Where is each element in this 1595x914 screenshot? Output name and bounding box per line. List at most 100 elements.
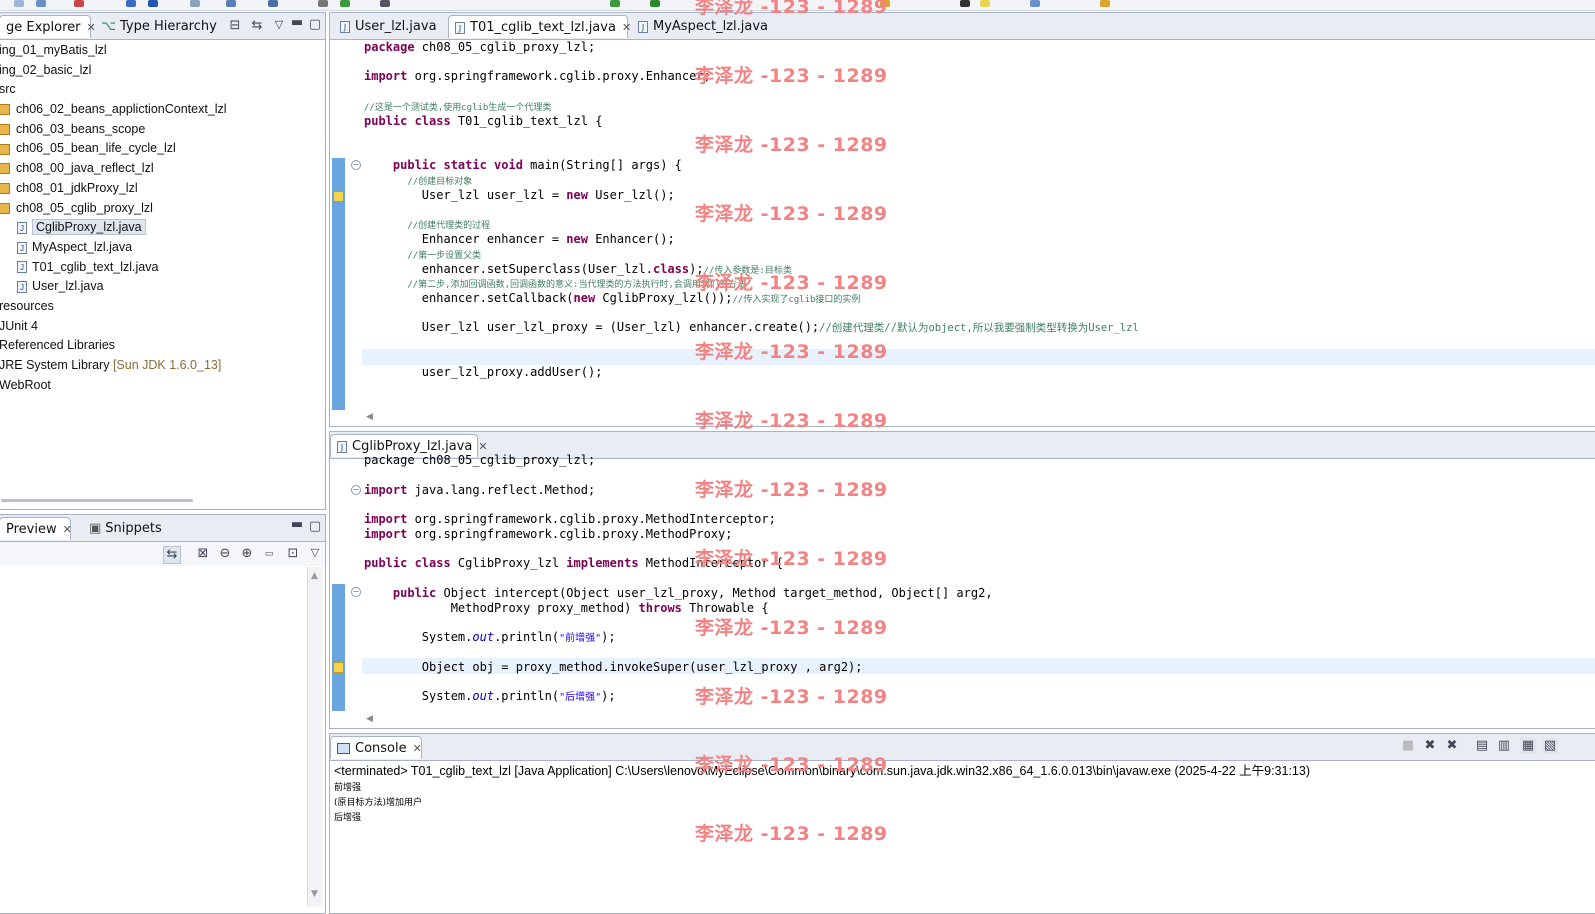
minimize-icon[interactable]: ▬ bbox=[289, 517, 305, 533]
toolbar-icon[interactable] bbox=[268, 0, 278, 7]
overview-ruler[interactable] bbox=[332, 584, 345, 711]
tree-item-webroot[interactable]: WebRoot bbox=[0, 376, 319, 396]
tree-item-java-file[interactable]: J User_lzl.java bbox=[17, 277, 337, 297]
remove-all-icon[interactable]: ✖ bbox=[1444, 738, 1460, 754]
tree-item-label: ing_01_myBatis_lzl bbox=[0, 43, 107, 57]
maximize-icon[interactable]: ▢ bbox=[307, 17, 323, 33]
toolbar-icon[interactable] bbox=[650, 0, 660, 7]
hierarchy-icon: ⌥ bbox=[101, 19, 116, 34]
scroll-left-icon[interactable]: ◀ bbox=[366, 714, 373, 724]
tab-user-lzl[interactable]: J User_lzl.java bbox=[334, 15, 446, 38]
collapse-all-icon[interactable]: ⊟ bbox=[227, 18, 243, 34]
close-icon[interactable]: ✕ bbox=[478, 440, 487, 453]
zoom-in-icon[interactable]: ⊕ bbox=[239, 546, 255, 562]
fit-icon[interactable]: ⊡ bbox=[285, 546, 301, 562]
code-line: public static void main(String[] args) { bbox=[364, 158, 682, 173]
tree-item-package[interactable]: ch08_05_cglib_proxy_lzl bbox=[0, 199, 319, 219]
tree-item-java-file[interactable]: J MyAspect_lzl.java bbox=[17, 238, 337, 258]
zoom-100-icon[interactable]: ▭ bbox=[261, 546, 277, 562]
code-text: User_lzl user_lzl_proxy = (User_lzl) enh… bbox=[364, 320, 820, 334]
code-text: Object obj = proxy_method.invokeSuper(us… bbox=[364, 660, 863, 674]
toolbar-icon[interactable] bbox=[980, 0, 990, 7]
toolbar-icon[interactable] bbox=[126, 0, 136, 7]
view-menu-icon[interactable]: ▽ bbox=[307, 545, 323, 561]
code-line: System.out.println("前增强"); bbox=[364, 630, 616, 645]
toolbar-icon[interactable] bbox=[340, 0, 350, 7]
code-text: main(String[] args) { bbox=[522, 158, 682, 172]
tree-item-src[interactable]: src bbox=[0, 80, 319, 100]
pin-console-icon[interactable]: ▦ bbox=[1520, 738, 1536, 754]
horizontal-scrollbar[interactable] bbox=[1, 499, 193, 502]
remove-launch-icon[interactable]: ✖ bbox=[1422, 738, 1438, 754]
maximize-icon[interactable]: ▢ bbox=[307, 519, 323, 535]
close-icon[interactable]: ✕ bbox=[413, 742, 422, 755]
java-file-icon: J bbox=[17, 221, 27, 234]
toolbar-icon[interactable] bbox=[226, 0, 236, 7]
scroll-up-icon[interactable]: ▲ bbox=[311, 571, 318, 581]
fold-icon[interactable]: − bbox=[351, 485, 361, 495]
toolbar-icon[interactable] bbox=[318, 0, 328, 7]
clear-console-icon[interactable]: ▤ bbox=[1474, 738, 1490, 754]
project-tree: ing_01_myBatis_lzl ing_02_basic_lzl src … bbox=[0, 41, 319, 395]
tab-snippets[interactable]: ▣ Snippets bbox=[83, 517, 162, 540]
tab-label: T01_cglib_text_lzl.java bbox=[470, 20, 616, 35]
toolbar-icon[interactable] bbox=[1100, 0, 1110, 7]
toolbar-icon[interactable] bbox=[1030, 0, 1040, 7]
code-line: import org.springframework.cglib.proxy.M… bbox=[364, 527, 732, 542]
toolbar-icon[interactable] bbox=[960, 0, 970, 7]
toolbar-icon[interactable] bbox=[14, 0, 24, 7]
tree-item-package[interactable]: ch06_02_beans_applictionContext_lzl bbox=[0, 100, 319, 120]
toolbar-icon[interactable] bbox=[610, 0, 620, 7]
watermark: 李泽龙 -123 - 1289 bbox=[695, 754, 888, 776]
toolbar-icon[interactable] bbox=[74, 0, 84, 7]
vertical-scrollbar[interactable]: ▲ ▼ bbox=[307, 567, 322, 907]
tree-item-package[interactable]: ch08_01_jdkProxy_lzl bbox=[0, 179, 319, 199]
code-line: import org.springframework.cglib.proxy.E… bbox=[364, 69, 711, 84]
fold-icon[interactable]: − bbox=[351, 160, 361, 170]
tree-item-java-file[interactable]: J CglibProxy_lzl.java bbox=[17, 218, 337, 238]
code-area-top[interactable]: package ch08_05_cglib_proxy_lzl; import … bbox=[364, 40, 1594, 410]
tree-item-package[interactable]: ch06_03_beans_scope bbox=[0, 120, 319, 140]
close-preview-icon[interactable]: ⊠ bbox=[195, 546, 211, 562]
warning-icon[interactable] bbox=[333, 662, 344, 673]
tab-console[interactable]: Console ✕ bbox=[330, 736, 422, 759]
sync-icon[interactable]: ⇆ bbox=[163, 546, 181, 564]
fold-icon[interactable]: − bbox=[351, 587, 361, 597]
console-tabstrip: Console ✕ ■ ✖ ✖ ▤ ▥ ▦ ▧ bbox=[330, 734, 1595, 761]
tree-item-resources[interactable]: resources bbox=[0, 297, 319, 317]
zoom-out-icon[interactable]: ⊖ bbox=[217, 546, 233, 562]
warning-icon[interactable] bbox=[333, 191, 344, 202]
code-comment: //第一步设置父类 bbox=[364, 251, 482, 261]
view-menu-icon[interactable]: ▽ bbox=[271, 17, 287, 33]
terminate-icon[interactable]: ■ bbox=[1400, 738, 1416, 754]
tree-item-package[interactable]: ch08_00_java_reflect_lzl bbox=[0, 159, 319, 179]
minimize-icon[interactable]: ▬ bbox=[289, 15, 305, 31]
tree-item-library[interactable]: JUnit 4 bbox=[0, 317, 319, 337]
tree-item-java-file[interactable]: J T01_cglib_text_lzl.java bbox=[17, 258, 337, 278]
tree-item-project[interactable]: ing_01_myBatis_lzl bbox=[0, 41, 319, 61]
code-line: //第二步,添加回调函数,回调函数的意义:当代理类的方法执行时,会调用我们的方法 bbox=[364, 276, 746, 291]
close-icon[interactable]: ✕ bbox=[622, 21, 631, 34]
tab-package-explorer[interactable]: ge Explorer ✕ bbox=[0, 15, 96, 38]
tree-item-package[interactable]: ch06_05_bean_life_cycle_lzl bbox=[0, 139, 319, 159]
tree-item-library[interactable]: Referenced Libraries bbox=[0, 336, 319, 356]
tab-t01-cglib[interactable]: J T01_cglib_text_lzl.java ✕ bbox=[448, 15, 631, 38]
scroll-down-icon[interactable]: ▼ bbox=[311, 889, 318, 899]
code-keyword: public static void bbox=[364, 158, 523, 172]
close-icon[interactable]: ✕ bbox=[63, 523, 72, 536]
link-with-editor-icon[interactable]: ⇆ bbox=[249, 18, 265, 34]
display-console-icon[interactable]: ▧ bbox=[1542, 738, 1558, 754]
tree-item-project[interactable]: ing_02_basic_lzl bbox=[0, 61, 319, 81]
tree-item-label: Referenced Libraries bbox=[0, 338, 116, 353]
toolbar-icon[interactable] bbox=[190, 0, 200, 7]
scroll-left-icon[interactable]: ◀ bbox=[366, 412, 373, 422]
tab-preview[interactable]: Preview ✕ bbox=[0, 517, 72, 540]
toolbar-icon[interactable] bbox=[380, 0, 390, 7]
tree-item-library[interactable]: JRE System Library [Sun JDK 1.6.0_13] bbox=[0, 356, 319, 376]
code-area-bottom[interactable]: package ch08_05_cglib_proxy_lzl; import … bbox=[364, 453, 1594, 715]
tab-type-hierarchy[interactable]: ⌥ Type Hierarchy bbox=[95, 15, 217, 38]
code-text: .println( bbox=[494, 689, 560, 703]
toolbar-icon[interactable] bbox=[148, 0, 158, 7]
scroll-lock-icon[interactable]: ▥ bbox=[1496, 738, 1512, 754]
toolbar-icon[interactable] bbox=[36, 0, 46, 7]
